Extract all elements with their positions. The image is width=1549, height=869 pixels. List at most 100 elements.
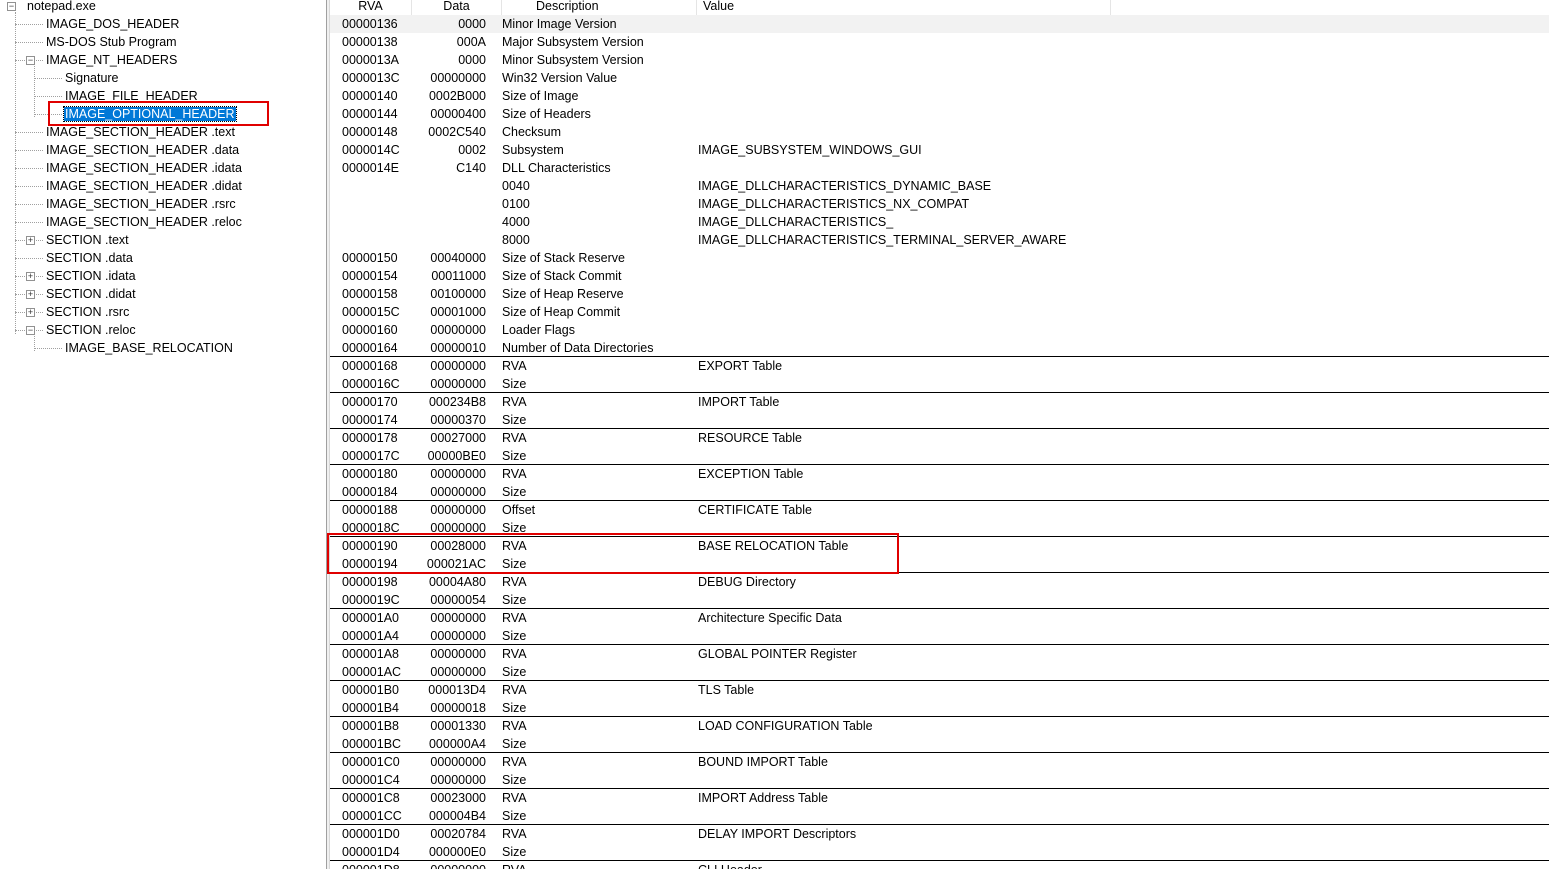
cell-value: IMAGE_DLLCHARACTERISTICS_DYNAMIC_BASE bbox=[698, 179, 992, 193]
tree-item-image-section-header-idata[interactable]: IMAGE_SECTION_HEADER .idata bbox=[45, 159, 243, 177]
tree-item-image-nt-headers[interactable]: IMAGE_NT_HEADERS bbox=[45, 51, 178, 69]
collapse-icon[interactable]: − bbox=[7, 2, 16, 11]
table-row[interactable]: 000001C8 00023000 RVA IMPORT Address Table bbox=[330, 789, 1549, 807]
cell-value: GLOBAL POINTER Register bbox=[698, 647, 857, 661]
table-row[interactable]: 00000158 00100000 Size of Heap Reserve bbox=[330, 285, 1549, 303]
tree-item-section-data[interactable]: SECTION .data bbox=[45, 249, 134, 267]
table-row[interactable]: 0000016C 00000000 Size bbox=[330, 375, 1549, 393]
cell-value: IMAGE_DLLCHARACTERISTICS_TERMINAL_SERVER… bbox=[698, 233, 1067, 247]
table-row[interactable]: 000001D8 00000000 RVACLI Header bbox=[330, 861, 1549, 869]
table-row[interactable]: 000001A8 00000000 RVA GLOBAL POINTER Regist… bbox=[330, 645, 1549, 663]
table-row[interactable]: 00000168 00000000 RVA EXPORT Table bbox=[330, 357, 1549, 375]
table-row[interactable]: 0040 IMAGE_DLLCHARACTERISTICS_DYNAMIC_BAS… bbox=[330, 177, 1549, 195]
tree-root[interactable]: notepad.exe bbox=[26, 0, 97, 15]
table-row[interactable]: 000001BC 000000A4 Size bbox=[330, 735, 1549, 753]
table-row[interactable]: 00000144 00000400 Size of Headers bbox=[330, 105, 1549, 123]
expand-icon[interactable]: + bbox=[26, 236, 35, 245]
table-row[interactable]: 000001C4 00000000 Size bbox=[330, 771, 1549, 789]
tree-item-image-section-header-rsrc[interactable]: IMAGE_SECTION_HEADER .rsrc bbox=[45, 195, 237, 213]
table-row[interactable]: 0000013A 0000 Minor Subsystem Version bbox=[330, 51, 1549, 69]
cell-value bbox=[698, 735, 1198, 753]
tree-item-section-reloc[interactable]: SECTION .reloc bbox=[45, 321, 137, 339]
table-row[interactable]: 000001D0 00020784 RVA DELAY IMPORT Descript… bbox=[330, 825, 1549, 843]
tree-item-label: MS-DOS Stub Program bbox=[46, 35, 177, 49]
table-row[interactable]: 00000188 00000000 Offset CERTIFICATE Table bbox=[330, 501, 1549, 519]
table-row[interactable]: 000001A4 00000000 Size bbox=[330, 627, 1549, 645]
table-row[interactable]: 00000140 0002B000 Size of Image bbox=[330, 87, 1549, 105]
table-row[interactable]: 000001C0 00000000 RVA BOUND IMPORT Table bbox=[330, 753, 1549, 771]
table-row[interactable]: 000001B4 00000018 Size bbox=[330, 699, 1549, 717]
expand-icon[interactable]: + bbox=[26, 290, 35, 299]
table-row[interactable]: 8000 IMAGE_DLLCHARACTERISTICS_TERMINAL_SE… bbox=[330, 231, 1549, 249]
table-row[interactable]: 0000019C 00000054 Size bbox=[330, 591, 1549, 609]
table-row[interactable]: 000001B8 00001330 RVA LOAD CONFIGURATION Ta… bbox=[330, 717, 1549, 735]
tree-item-signature[interactable]: Signature bbox=[64, 69, 120, 87]
table-row[interactable]: 000001A0 00000000 RVA Architecture Specific… bbox=[330, 609, 1549, 627]
cell-description: Checksum bbox=[502, 125, 562, 139]
collapse-icon[interactable]: − bbox=[26, 326, 35, 335]
table-row[interactable]: 00000198 00004A80 RVA DEBUG Directory bbox=[330, 573, 1549, 591]
table-row[interactable]: 00000184 00000000 Size bbox=[330, 483, 1549, 501]
tree-item-section-didat[interactable]: SECTION .didat bbox=[45, 285, 137, 303]
cell-rva: 000001C8 bbox=[342, 791, 400, 805]
tree-item-image-base-relocation[interactable]: IMAGE_BASE_RELOCATION bbox=[64, 339, 234, 357]
details-list[interactable]: RVA Data Description Value 00000136 0000 M… bbox=[330, 0, 1549, 869]
table-row[interactable]: 00000150 00040000 Size of Stack Reserve bbox=[330, 249, 1549, 267]
table-row[interactable]: 0000015C 00001000 Size of Heap Commit bbox=[330, 303, 1549, 321]
group-separator bbox=[330, 608, 1549, 609]
table-row[interactable]: 0000014C 0002 Subsystem IMAGE_SUBSYSTEM_WIN… bbox=[330, 141, 1549, 159]
tree-view[interactable]: notepad.exe − IMAGE_DOS_HEADER MS-DOS Stub … bbox=[0, 0, 326, 869]
cell-value: TLS Table bbox=[698, 683, 755, 697]
table-row[interactable]: 000001CC 000004B4 Size bbox=[330, 807, 1549, 825]
table-row[interactable]: 0000013C 00000000 Win32 Version Value bbox=[330, 69, 1549, 87]
table-row[interactable]: 00000138 000A Major Subsystem Version bbox=[330, 33, 1549, 51]
tree-item-ms-dos-stub-program[interactable]: MS-DOS Stub Program bbox=[45, 33, 178, 51]
expand-icon[interactable]: + bbox=[26, 272, 35, 281]
expand-icon[interactable]: + bbox=[26, 308, 35, 317]
table-row[interactable]: 000001B0 000013D4 RVA TLS Table bbox=[330, 681, 1549, 699]
tree-item-image-section-header-reloc[interactable]: IMAGE_SECTION_HEADER .reloc bbox=[45, 213, 243, 231]
table-row[interactable]: 00000160 00000000 Loader Flags bbox=[330, 321, 1549, 339]
cell-data: 00000000 bbox=[430, 359, 486, 373]
cell-rva: 0000016C bbox=[342, 377, 400, 391]
table-row[interactable]: 00000154 00011000 Size of Stack Commit bbox=[330, 267, 1549, 285]
group-separator bbox=[330, 860, 1549, 861]
cell-description: Size of Image bbox=[502, 89, 579, 103]
table-row[interactable]: 00000136 0000 Minor Image Version bbox=[330, 15, 1549, 33]
cell-description: Offset bbox=[502, 503, 536, 517]
cell-value bbox=[698, 843, 1198, 861]
cell-data: 000000E0 bbox=[428, 845, 486, 859]
table-row[interactable]: 000001AC 00000000 Size bbox=[330, 663, 1549, 681]
tree-item-image-dos-header[interactable]: IMAGE_DOS_HEADER bbox=[45, 15, 180, 33]
column-header-data[interactable]: Data bbox=[412, 0, 502, 15]
cell-data: 00000000 bbox=[430, 647, 486, 661]
tree-item-image-section-header-didat[interactable]: IMAGE_SECTION_HEADER .didat bbox=[45, 177, 243, 195]
table-row[interactable]: 00000170 000234B8 RVA IMPORT Table bbox=[330, 393, 1549, 411]
table-row[interactable]: 00000178 00027000 RVA RESOURCE Table bbox=[330, 429, 1549, 447]
table-row[interactable]: 00000174 00000370 Size bbox=[330, 411, 1549, 429]
tree-item-image-section-header-data[interactable]: IMAGE_SECTION_HEADER .data bbox=[45, 141, 240, 159]
table-row[interactable]: 00000164 00000010 Number of Data Directori… bbox=[330, 339, 1549, 357]
table-row[interactable]: 000001D4 000000E0 Size bbox=[330, 843, 1549, 861]
table-row[interactable]: 00000180 00000000 RVA EXCEPTION Table bbox=[330, 465, 1549, 483]
tree-connector-line bbox=[15, 222, 43, 223]
cell-value bbox=[698, 285, 1198, 303]
cell-data: 000004B4 bbox=[428, 809, 486, 823]
tree-item-section-idata[interactable]: SECTION .idata bbox=[45, 267, 137, 285]
column-header-rva[interactable]: RVA bbox=[330, 0, 412, 15]
table-row[interactable]: 4000 IMAGE_DLLCHARACTERISTICS_ bbox=[330, 213, 1549, 231]
column-header-value[interactable]: Value bbox=[697, 0, 1111, 15]
table-row[interactable]: 0100 IMAGE_DLLCHARACTERISTICS_NX_COMPAT bbox=[330, 195, 1549, 213]
collapse-icon[interactable]: − bbox=[26, 56, 35, 65]
cell-description: RVA bbox=[502, 431, 527, 445]
table-row[interactable]: 0000017C 00000BE0 Size bbox=[330, 447, 1549, 465]
table-row[interactable]: 0000014E C140 DLL Characteristics bbox=[330, 159, 1549, 177]
cell-data: 00000018 bbox=[430, 701, 486, 715]
tree-item-section-rsrc[interactable]: SECTION .rsrc bbox=[45, 303, 130, 321]
cell-description: Minor Image Version bbox=[502, 17, 617, 31]
column-header-description[interactable]: Description bbox=[502, 0, 697, 15]
group-separator bbox=[330, 356, 1549, 357]
tree-item-section-text[interactable]: SECTION .text bbox=[45, 231, 130, 249]
table-row[interactable]: 00000148 0002C540 Checksum bbox=[330, 123, 1549, 141]
group-separator bbox=[330, 788, 1549, 789]
